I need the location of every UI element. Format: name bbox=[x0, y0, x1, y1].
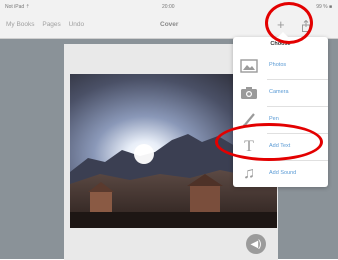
music-note-icon: ♫ bbox=[243, 165, 255, 182]
speaker-icon: ◀) bbox=[250, 238, 262, 250]
menu-item-label: Photos bbox=[269, 62, 287, 68]
pages-button[interactable]: Pages bbox=[42, 21, 60, 28]
clock: 20:00 bbox=[162, 4, 175, 10]
my-books-button[interactable]: My Books bbox=[6, 21, 35, 28]
photos-icon bbox=[240, 57, 258, 75]
camera-icon bbox=[240, 84, 258, 102]
battery-indicator: 99 % ■ bbox=[316, 4, 332, 10]
annotation-circle-add-text bbox=[215, 123, 323, 161]
menu-item-label: Add Sound bbox=[269, 170, 297, 176]
nav-left-group: My Books Pages Undo bbox=[6, 21, 90, 28]
menu-item-label: Camera bbox=[269, 89, 289, 95]
insert-popover: Choose Photos Camera Pen T Add Text ♫ Ad… bbox=[233, 32, 328, 187]
carrier-label: Not iPad ⇡ bbox=[5, 4, 30, 10]
screen: Not iPad ⇡ 20:00 99 % ■ My Books Pages U… bbox=[0, 0, 338, 260]
annotation-circle-add-button bbox=[265, 2, 313, 44]
undo-button[interactable]: Undo bbox=[69, 21, 85, 28]
menu-item-photos[interactable]: Photos bbox=[233, 53, 328, 79]
sound-button[interactable]: ◀) bbox=[246, 234, 266, 254]
menu-item-add-sound[interactable]: ♫ Add Sound bbox=[233, 161, 328, 187]
page-title: Cover bbox=[160, 21, 179, 28]
menu-item-label: Pen bbox=[269, 116, 279, 122]
menu-item-camera[interactable]: Camera bbox=[233, 80, 328, 106]
